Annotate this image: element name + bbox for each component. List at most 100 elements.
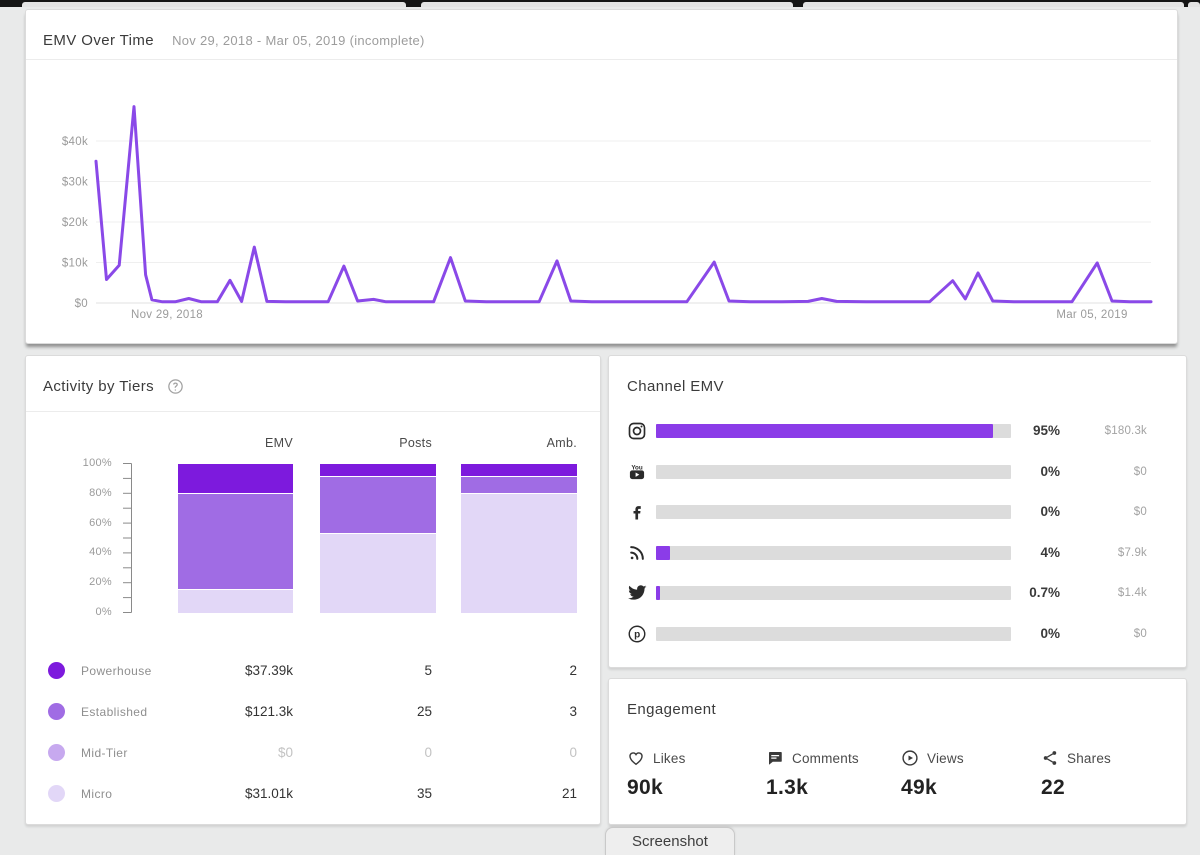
- tier-y-tick: 20%: [89, 576, 112, 589]
- channel-percent: 0%: [1040, 626, 1060, 641]
- pinterest-icon: p: [627, 624, 647, 644]
- legend-row-established: Established $121.3k 25 3: [26, 702, 600, 722]
- legend-dot: [48, 785, 65, 802]
- emv-over-time-header: EMV Over Time Nov 29, 2018 - Mar 05, 201…: [43, 32, 425, 49]
- instagram-icon: [627, 421, 647, 441]
- metric-label: Likes: [627, 749, 686, 767]
- engagement-title: Engagement: [627, 701, 717, 718]
- legend-amb-value: 0: [569, 745, 577, 760]
- channel-percent: 95%: [1032, 423, 1060, 438]
- metric-views: Views 49k: [901, 749, 964, 800]
- help-icon[interactable]: [167, 378, 184, 395]
- tier-segment-micro: [178, 588, 293, 613]
- channel-value: $1.4k: [1117, 587, 1147, 600]
- emv-date-range: Nov 29, 2018 - Mar 05, 2019 (incomplete): [172, 33, 425, 48]
- metric-comments: Comments 1.3k: [766, 749, 859, 800]
- channel-bar-fill: [656, 545, 670, 560]
- legend-emv-value: $31.01k: [244, 786, 293, 801]
- top-card-edge: [421, 2, 793, 7]
- legend-posts-value: 35: [416, 786, 432, 801]
- metric-value: 1.3k: [766, 776, 809, 799]
- svg-text:p: p: [634, 630, 640, 641]
- tier-column-header: EMV: [265, 436, 293, 450]
- screenshot-tab[interactable]: Screenshot: [605, 827, 735, 855]
- legend-tier-name: Powerhouse: [81, 664, 152, 678]
- tier-segment-powerhouse: [320, 464, 436, 476]
- top-card-edge: [803, 2, 1184, 7]
- dashboard-page: EMV Over Time Nov 29, 2018 - Mar 05, 201…: [0, 0, 1200, 855]
- legend-amb-value: 3: [569, 704, 577, 719]
- metric-value: 90k: [627, 776, 663, 799]
- channel-bar-fill: [656, 424, 993, 438]
- legend-dot: [48, 662, 65, 679]
- legend-dot: [48, 744, 65, 761]
- svg-text:$10k: $10k: [62, 258, 88, 270]
- channel-value: $0: [1133, 506, 1147, 519]
- metric-label: Views: [901, 749, 964, 767]
- channel-bar-track: [656, 627, 1011, 641]
- svg-text:$30k: $30k: [62, 177, 88, 189]
- svg-text:Nov 29, 2018: Nov 29, 2018: [131, 309, 203, 321]
- channel-value: $0: [1133, 465, 1147, 478]
- share-icon: [1041, 749, 1059, 767]
- legend-posts-value: 0: [424, 745, 432, 760]
- channel-value: $180.3k: [1104, 425, 1147, 437]
- emv-over-time-card: EMV Over Time Nov 29, 2018 - Mar 05, 201…: [25, 9, 1178, 344]
- divider: [26, 411, 600, 412]
- channel-percent: 0%: [1040, 463, 1060, 479]
- twitter-icon: [627, 583, 647, 603]
- tier-column-header: Amb.: [546, 436, 577, 450]
- metric-value: 22: [1041, 776, 1065, 799]
- youtube-icon: You: [627, 462, 647, 482]
- play-circle-icon: [901, 749, 919, 767]
- channel-percent: 4%: [1040, 544, 1060, 560]
- tier-bar-emv: [178, 464, 293, 613]
- metric-label: Comments: [766, 749, 859, 767]
- legend-emv-value: $0: [277, 745, 293, 760]
- emv-over-time-title: EMV Over Time: [43, 32, 155, 49]
- legend-emv-value: $121.3k: [244, 704, 293, 719]
- legend-row-powerhouse: Powerhouse $37.39k 5 2: [26, 661, 600, 681]
- svg-text:$0: $0: [75, 298, 88, 310]
- top-card-edge: [1188, 2, 1200, 7]
- tier-segment-micro: [461, 492, 577, 613]
- activity-by-tiers-card: Activity by Tiers EMV Posts Amb. 100% 80% 60…: [25, 355, 601, 825]
- channel-bar-track: [656, 464, 1011, 479]
- metric-label-text: Shares: [1067, 750, 1111, 766]
- legend-row-micro: Micro $31.01k 35 21: [26, 784, 600, 804]
- tier-segment-powerhouse: [178, 464, 293, 494]
- tier-y-tick: 80%: [89, 486, 112, 499]
- legend-amb-value: 2: [569, 663, 577, 678]
- tier-y-tick: 40%: [89, 546, 112, 559]
- engagement-card: Engagement Likes 90k Comments 1.3k Views 49k S…: [608, 678, 1187, 825]
- tier-bar-posts: [320, 464, 436, 613]
- facebook-icon: [627, 502, 647, 522]
- channel-value: $0: [1133, 628, 1147, 640]
- channel-row-twitter: 0.7% $1.4k: [609, 573, 1186, 613]
- legend-emv-value: $37.39k: [244, 663, 293, 678]
- channel-percent: 0.7%: [1029, 585, 1060, 601]
- svg-text:Mar 05, 2019: Mar 05, 2019: [1056, 309, 1127, 321]
- activity-by-tiers-header: Activity by Tiers: [43, 378, 184, 395]
- tier-segment-established: [320, 475, 436, 533]
- legend-tier-name: Micro: [81, 787, 113, 801]
- channel-row-youtube: You 0% $0: [609, 452, 1186, 492]
- metric-shares: Shares 22: [1041, 749, 1111, 800]
- tier-segment-micro: [320, 532, 436, 613]
- metric-likes: Likes 90k: [627, 749, 686, 800]
- channel-bar-track: [656, 424, 1011, 438]
- emv-line-chart: $0 $10k $20k $30k $40k Nov 29, 2018 Mar 05, 20…: [62, 105, 1153, 321]
- svg-text:$20k: $20k: [62, 217, 88, 229]
- channel-emv-title: Channel EMV: [627, 378, 724, 395]
- svg-text:You: You: [631, 464, 643, 471]
- heart-icon: [627, 749, 645, 767]
- top-cards-edge-strip: [0, 0, 1200, 7]
- legend-posts-value: 25: [416, 704, 432, 719]
- legend-amb-value: 21: [561, 786, 577, 801]
- metric-label-text: Comments: [792, 750, 859, 766]
- channel-value: $7.9k: [1117, 546, 1147, 559]
- metric-value: 49k: [901, 776, 937, 799]
- rss-icon: [627, 543, 647, 563]
- metric-label-text: Likes: [653, 750, 686, 766]
- channel-bar-track: [656, 505, 1011, 520]
